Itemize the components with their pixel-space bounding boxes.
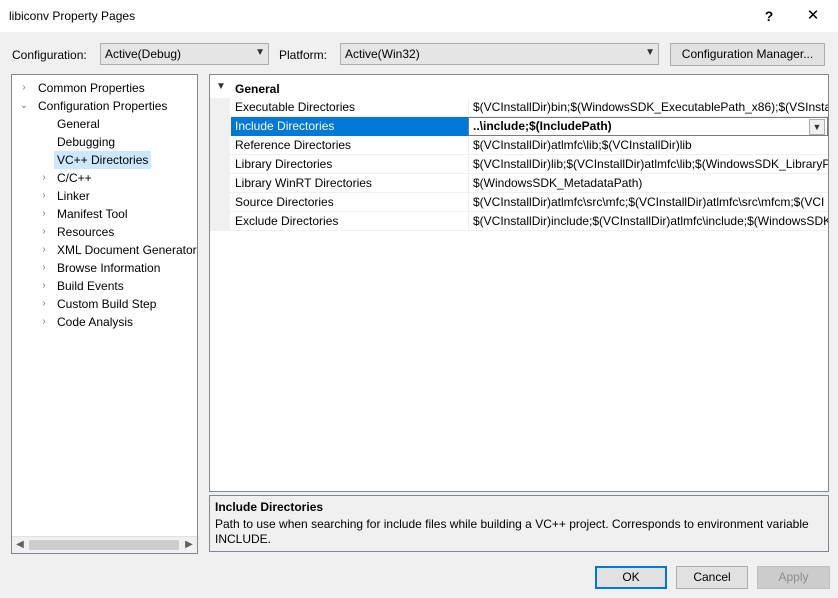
tree-item-label: Configuration Properties [38,99,168,113]
tree-item-label: Linker [57,189,90,203]
configuration-manager-button[interactable]: Configuration Manager... [670,43,825,66]
category-general[interactable]: ▼ General [210,79,828,98]
chevron-down-icon[interactable]: ⌄ [18,97,30,115]
tree-item-label: Debugging [57,135,116,149]
horizontal-scrollbar[interactable]: ◀ ▶ [12,536,197,553]
platform-value: Active(Win32) [345,47,420,61]
property-value[interactable]: ..\include;$(IncludePath) [473,119,612,133]
tree-item-label: Custom Build Step [57,297,157,311]
ok-button[interactable]: OK [595,566,667,589]
property-grid: ▼ General Executable Directories $(VCIns… [209,74,829,492]
tree-item-label: Resources [57,225,115,239]
chevron-down-icon[interactable]: ▼ [809,119,825,135]
help-button[interactable]: ? [758,6,780,26]
configuration-dropdown[interactable]: Active(Debug) ▼ [100,43,269,65]
property-value[interactable]: $(WindowsSDK_MetadataPath) [468,174,828,193]
scroll-left-icon[interactable]: ◀ [13,539,27,550]
property-name: Library WinRT Directories [235,176,372,190]
tree-item-label: C/C++ [57,171,92,185]
property-row-reference-directories[interactable]: Reference Directories $(VCInstallDir)atl… [210,136,828,155]
property-name: Exclude Directories [235,214,339,228]
tree-item-label: Code Analysis [57,315,134,329]
property-name: Library Directories [235,157,333,171]
scroll-right-icon[interactable]: ▶ [182,539,196,550]
property-name: Include Directories [231,117,468,136]
property-value-editor[interactable]: ..\include;$(IncludePath) ▼ [468,117,828,136]
property-value[interactable]: $(VCInstallDir)bin;$(WindowsSDK_Executab… [468,98,828,117]
property-row-include-directories[interactable]: Include Directories ..\include;$(Include… [210,117,828,136]
chevron-down-icon: ▼ [645,47,655,58]
chevron-right-icon[interactable]: › [38,277,50,295]
configuration-label: Configuration: [12,48,87,62]
property-row-library-winrt-directories[interactable]: Library WinRT Directories $(WindowsSDK_M… [210,174,828,193]
property-tree[interactable]: › Common Properties ⌄ Configuration Prop… [11,74,198,554]
chevron-right-icon[interactable]: › [38,313,50,331]
chevron-right-icon[interactable]: › [18,79,30,97]
chevron-right-icon[interactable]: › [38,295,50,313]
property-value[interactable]: $(VCInstallDir)lib;$(VCInstallDir)atlmfc… [468,155,828,174]
property-name: Executable Directories [235,100,356,114]
tree-item-label: Build Events [57,279,124,293]
platform-dropdown[interactable]: Active(Win32) ▼ [340,43,659,65]
property-name: Source Directories [235,195,334,209]
close-button[interactable]: ✕ [802,6,824,26]
window-title: libiconv Property Pages [9,9,136,23]
property-value[interactable]: $(VCInstallDir)include;$(VCInstallDir)at… [468,212,828,231]
collapse-icon[interactable]: ▼ [216,81,226,92]
category-label: General [235,82,280,96]
property-row-library-directories[interactable]: Library Directories $(VCInstallDir)lib;$… [210,155,828,174]
chevron-right-icon[interactable]: › [38,259,50,277]
chevron-right-icon[interactable]: › [38,169,50,187]
description-title: Include Directories [215,500,324,514]
cancel-button[interactable]: Cancel [676,566,748,589]
tree-item-label: Manifest Tool [57,207,128,221]
apply-button[interactable]: Apply [757,566,830,589]
property-row-executable-directories[interactable]: Executable Directories $(VCInstallDir)bi… [210,98,828,117]
property-value[interactable]: $(VCInstallDir)atlmfc\lib;$(VCInstallDir… [468,136,828,155]
chevron-right-icon[interactable]: › [38,241,50,259]
description-text: Path to use when searching for include f… [215,517,809,546]
tree-item-label: XML Document Generator [57,243,197,257]
property-row-exclude-directories[interactable]: Exclude Directories $(VCInstallDir)inclu… [210,212,828,231]
chevron-right-icon[interactable]: › [38,205,50,223]
configuration-value: Active(Debug) [105,47,182,61]
property-value[interactable]: $(VCInstallDir)atlmfc\src\mfc;$(VCInstal… [468,193,828,212]
chevron-down-icon: ▼ [255,47,265,58]
property-name: Reference Directories [235,138,352,152]
chevron-right-icon[interactable]: › [38,187,50,205]
tree-item-label: General [57,117,100,131]
scrollbar-thumb[interactable] [29,540,179,550]
platform-label: Platform: [279,48,328,62]
chevron-right-icon[interactable]: › [38,223,50,241]
title-bar: libiconv Property Pages ? ✕ [0,0,838,32]
tree-item-label: VC++ Directories [54,151,152,169]
tree-item-label: Browse Information [57,261,161,275]
tree-item-label: Common Properties [38,81,145,95]
property-row-source-directories[interactable]: Source Directories $(VCInstallDir)atlmfc… [210,193,828,212]
description-panel: Include Directories Path to use when sea… [209,495,829,552]
